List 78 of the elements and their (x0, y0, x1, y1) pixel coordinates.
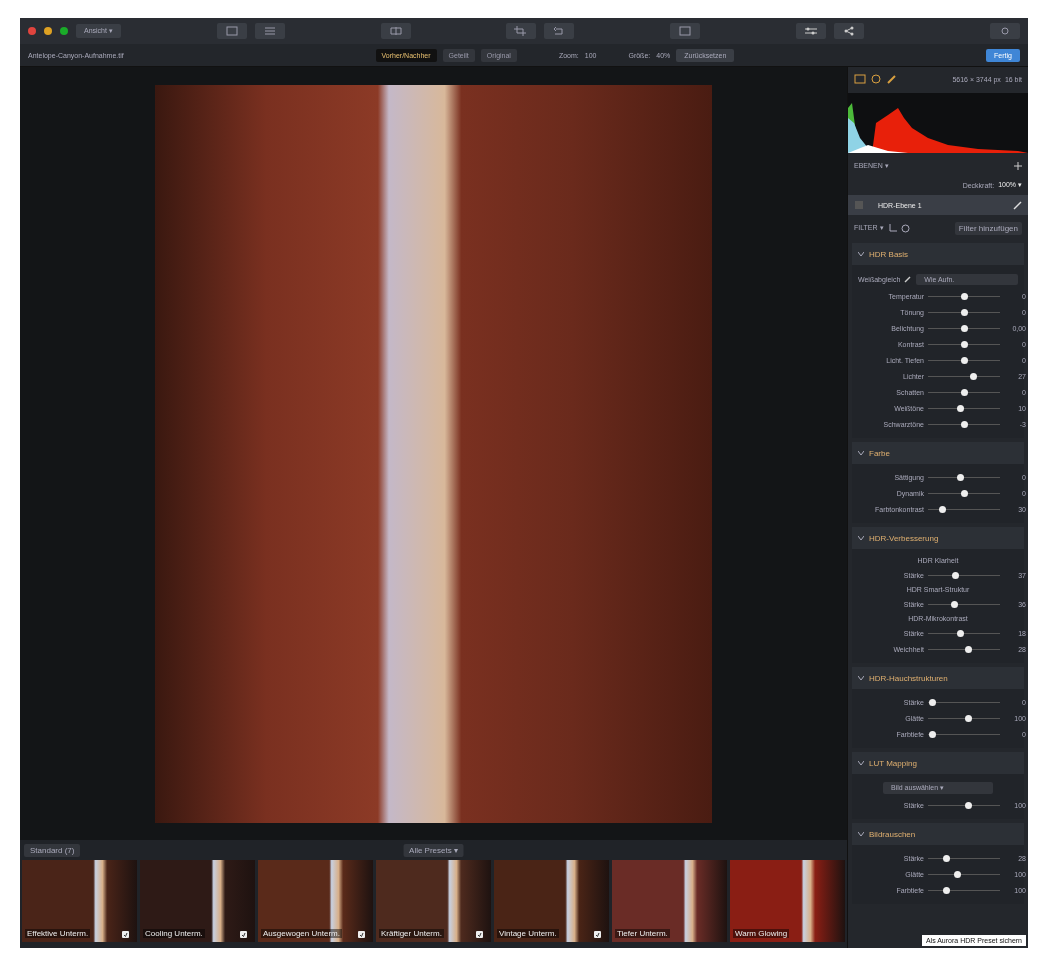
slider-thumb[interactable] (943, 886, 950, 894)
settings-button[interactable] (989, 23, 1020, 39)
slider-thumb[interactable] (951, 571, 959, 579)
preset-name: Cooling Unterm. (143, 929, 205, 938)
slider-thumb[interactable] (950, 600, 958, 608)
sliders-button[interactable] (795, 23, 826, 39)
preset-thumbnail[interactable]: Cooling Unterm. (140, 860, 255, 942)
chevron-icon (858, 451, 864, 455)
sliders-icon[interactable] (803, 26, 818, 36)
compare-icon[interactable] (388, 26, 403, 36)
preset-name: Warm Glowing (733, 929, 790, 938)
undo-button[interactable] (544, 23, 575, 39)
section-title: Farbe (869, 448, 890, 458)
slider-thumb[interactable] (961, 489, 968, 497)
preset-thumbnail[interactable]: Vintage Unterm. (494, 860, 609, 942)
section-title: HDR-Hauchstrukturen (869, 673, 948, 683)
category-button[interactable]: Standard (7) (24, 843, 81, 857)
mask-icon[interactable] (900, 223, 910, 233)
slider-thumb[interactable] (964, 801, 972, 809)
chevron-icon (858, 676, 864, 680)
section-title: LUT Mapping (869, 758, 917, 768)
crop-icon[interactable] (514, 26, 529, 36)
preset-thumbnail[interactable]: Warm Glowing (730, 860, 845, 942)
slider-thumb[interactable] (957, 404, 965, 412)
preset-name: Vintage Unterm. (497, 929, 559, 938)
preset-thumbnail[interactable]: Effektive Unterm. (22, 860, 137, 942)
mask-icon[interactable] (870, 74, 882, 84)
layout-button[interactable] (216, 23, 247, 39)
slider-thumb[interactable] (961, 356, 968, 364)
slider-thumb[interactable] (970, 372, 978, 380)
slider-thumb[interactable] (961, 324, 968, 332)
chevron-icon (858, 536, 864, 540)
slider-thumb[interactable] (961, 388, 968, 396)
compare-button[interactable] (380, 23, 411, 39)
crop-button[interactable] (506, 23, 537, 39)
chevron-icon (858, 252, 864, 256)
section-header[interactable]: Bildrauschen (852, 823, 1024, 845)
presets-dropdown[interactable]: Alle Presets ▾ (403, 843, 464, 857)
export-button[interactable] (670, 23, 701, 39)
section-title: Bildrauschen (869, 829, 916, 839)
slider-thumb[interactable] (961, 420, 968, 428)
chevron-icon (858, 832, 864, 836)
slider-thumb[interactable] (961, 308, 968, 316)
export-icon[interactable] (678, 26, 693, 36)
section-header[interactable]: Farbe (852, 442, 1024, 464)
layer-thumbnail-icon (854, 200, 864, 210)
section-header[interactable]: HDR-Verbesserung (852, 527, 1024, 549)
slider-thumb[interactable] (957, 473, 965, 481)
add-filter-button[interactable]: Filter hinzufügen (954, 221, 1022, 235)
section-header[interactable]: LUT Mapping (852, 752, 1024, 774)
slider-thumb[interactable] (928, 698, 936, 706)
share-button[interactable] (833, 23, 864, 39)
section-title: HDR-Verbesserung (869, 533, 939, 543)
section-header[interactable]: HDR-Hauchstrukturen (852, 667, 1024, 689)
preset-name: Effektive Unterm. (25, 929, 91, 938)
crop-icon[interactable] (887, 223, 897, 233)
slider-thumb[interactable] (953, 870, 961, 878)
layers-icon[interactable] (854, 74, 866, 84)
preset-thumbnail[interactable]: Tiefer Unterm. (612, 860, 727, 942)
preset-thumbnail[interactable]: Ausgewogen Unterm. (258, 860, 373, 942)
slider-thumb[interactable] (961, 292, 968, 300)
add-icon[interactable] (1014, 162, 1022, 170)
grid-button[interactable] (254, 23, 285, 39)
layout-icon[interactable] (224, 26, 239, 36)
slider-thumb[interactable] (943, 854, 950, 862)
preset-name: Kräftiger Unterm. (379, 929, 444, 938)
section-header[interactable]: HDR Basis (852, 243, 1024, 265)
preset-name: Tiefer Unterm. (615, 929, 670, 938)
slider-thumb[interactable] (939, 505, 947, 513)
slider-thumb[interactable] (957, 629, 965, 637)
slider-thumb[interactable] (961, 340, 968, 348)
slider-thumb[interactable] (964, 714, 972, 722)
slider-thumb[interactable] (964, 645, 972, 653)
preset-thumbnail[interactable]: Kräftiger Unterm. (376, 860, 491, 942)
section-title: HDR Basis (869, 249, 909, 259)
preset-name: Ausgewogen Unterm. (261, 929, 342, 938)
chevron-icon (858, 761, 864, 765)
slider-thumb[interactable] (928, 730, 936, 738)
